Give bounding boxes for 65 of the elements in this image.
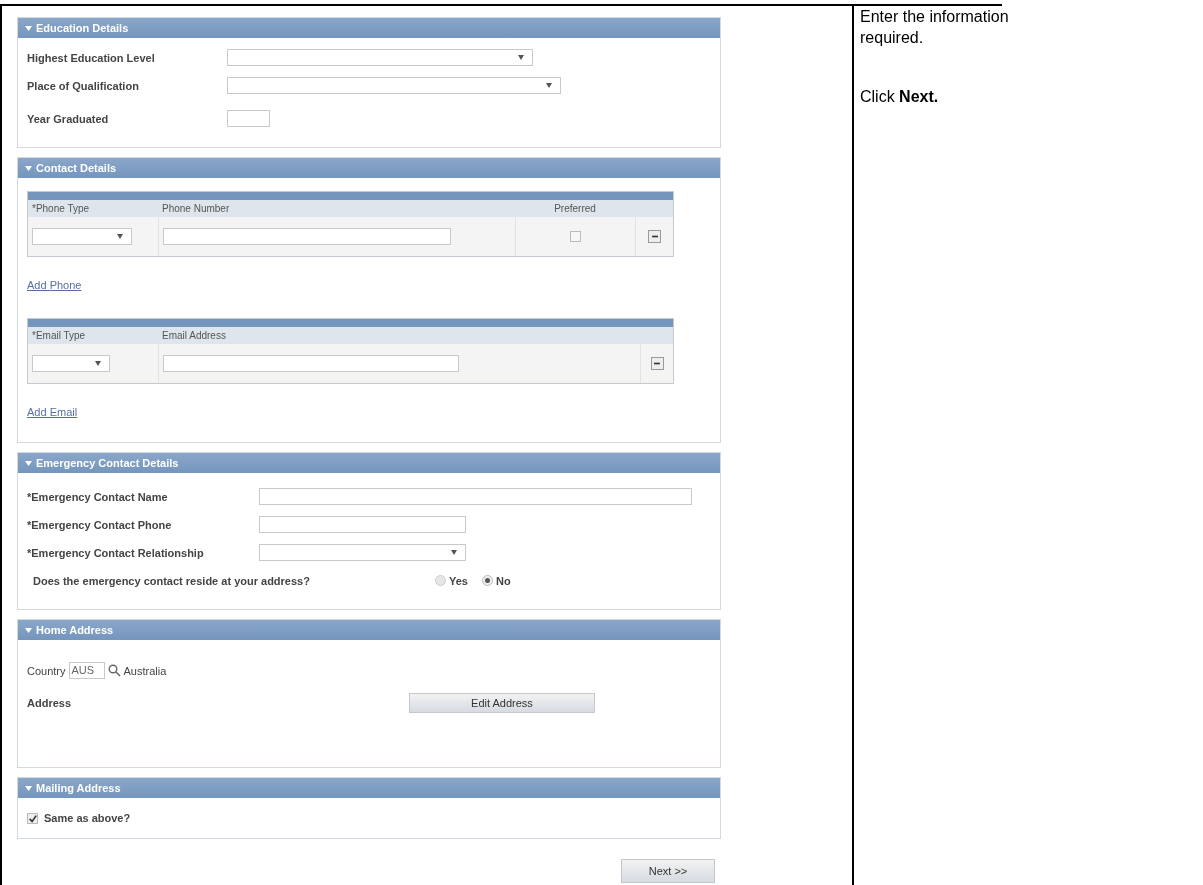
checkbox-label: Same as above?: [44, 812, 131, 824]
caret-icon: [117, 234, 123, 239]
section-title: Contact Details: [36, 162, 117, 174]
radio-button[interactable]: [481, 575, 493, 586]
next-button[interactable]: Next >>: [621, 859, 715, 883]
section-title: Emergency Contact Details: [36, 457, 179, 469]
column-header: Preferred: [553, 202, 597, 216]
remove-row-button[interactable]: [650, 357, 664, 370]
section-header[interactable]: Home Address: [18, 620, 720, 640]
input-field[interactable]: [227, 110, 270, 127]
radio-label: Yes: [449, 574, 468, 587]
dropdown[interactable]: [259, 544, 466, 561]
instruction-text: Enter the information required.: [860, 7, 1010, 48]
field-label: Country: [27, 664, 66, 677]
section-title: Mailing Address: [36, 782, 121, 794]
checkbox[interactable]: [27, 812, 38, 824]
expand-arrow-icon: [25, 784, 32, 792]
caret-icon: [546, 83, 552, 88]
section-header[interactable]: Mailing Address: [18, 778, 720, 798]
dropdown[interactable]: [227, 49, 533, 66]
input-field[interactable]: [259, 516, 466, 533]
remove-row-button[interactable]: [648, 230, 661, 243]
field-label: Highest Education Level: [27, 51, 156, 64]
dropdown[interactable]: [32, 228, 132, 245]
edit-address-button[interactable]: Edit Address: [409, 693, 595, 713]
checkmark-icon: [28, 812, 37, 824]
country-name: Australia: [123, 664, 167, 677]
section-header[interactable]: Contact Details: [18, 158, 720, 178]
minus-icon: [651, 234, 658, 239]
field-label: *Emergency Contact Phone: [27, 518, 173, 531]
expand-arrow-icon: [25, 24, 32, 32]
search-icon: [107, 664, 121, 677]
field-label: Address: [27, 697, 73, 709]
section-title: Home Address: [36, 624, 114, 636]
caret-icon: [451, 550, 457, 555]
column-header: *Email Type: [31, 329, 87, 343]
radio-label: No: [495, 574, 511, 587]
section-header[interactable]: Emergency Contact Details: [18, 453, 720, 473]
column-header: *Phone Type: [31, 202, 91, 216]
question-text: Does the emergency contact reside at your address?: [33, 574, 311, 587]
field-label: Place of Qualification: [27, 79, 140, 92]
section-header[interactable]: Education Details: [18, 18, 720, 38]
minus-icon: [654, 361, 660, 366]
section-title: Education Details: [36, 22, 129, 34]
checkbox[interactable]: [570, 231, 581, 242]
field-label: *Emergency Contact Relationship: [27, 546, 205, 559]
column-header: Email Address: [161, 329, 227, 343]
column-header: Phone Number: [161, 202, 231, 216]
field-label: *Emergency Contact Name: [27, 490, 169, 503]
expand-arrow-icon: [25, 626, 32, 634]
add-link[interactable]: Add Phone: [27, 279, 82, 291]
input-field[interactable]: [163, 355, 459, 372]
caret-icon: [95, 361, 101, 366]
radio-button[interactable]: [435, 575, 446, 586]
expand-arrow-icon: [25, 164, 32, 172]
field-label: Year Graduated: [27, 112, 110, 125]
add-link[interactable]: Add Email: [27, 406, 78, 418]
instruction-text: Click Next.: [860, 87, 940, 107]
dropdown[interactable]: [227, 77, 561, 94]
expand-arrow-icon: [25, 459, 32, 467]
input-field[interactable]: [259, 488, 692, 505]
input-field[interactable]: AUS: [68, 662, 105, 679]
input-field[interactable]: [163, 228, 451, 245]
dropdown[interactable]: [32, 355, 110, 372]
caret-icon: [518, 55, 524, 60]
